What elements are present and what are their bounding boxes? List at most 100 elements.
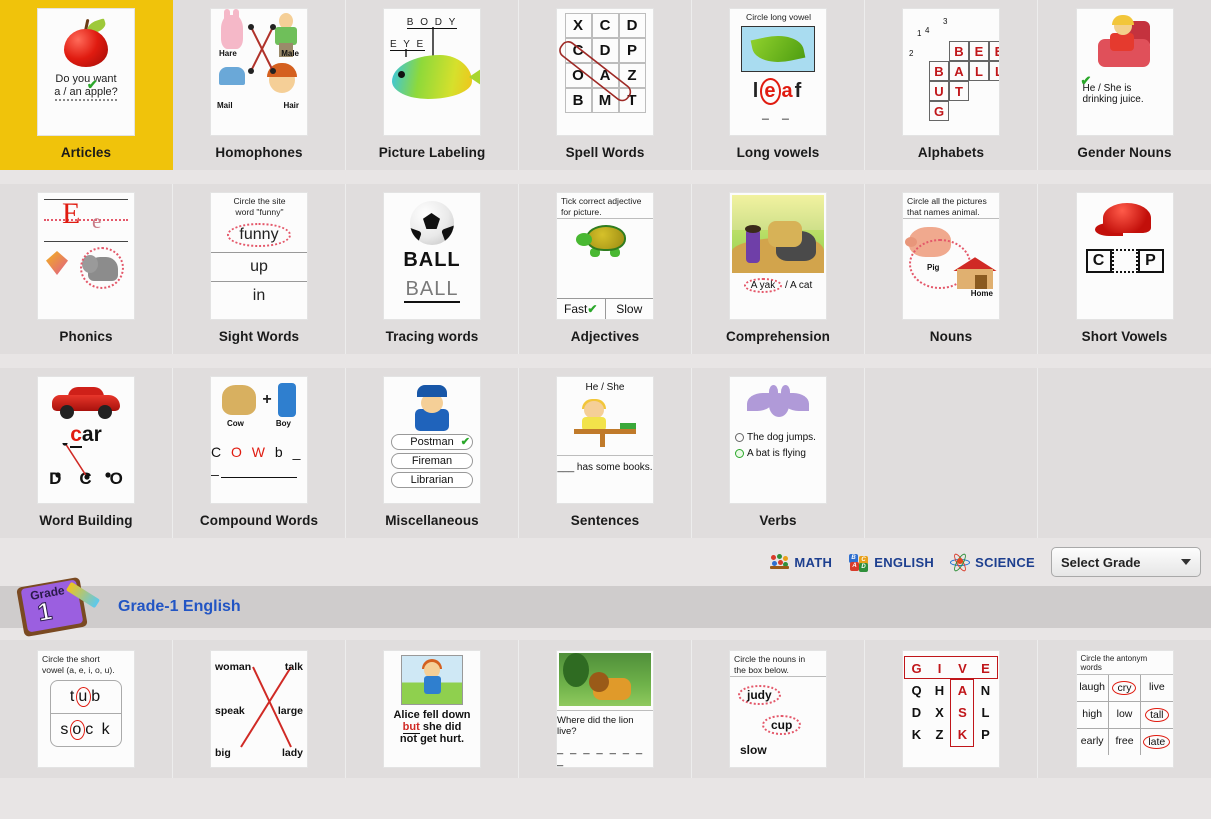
leaf-icon	[741, 26, 815, 73]
grade-select-dropdown[interactable]: Select Grade	[1051, 547, 1201, 577]
check-icon: ✔	[86, 77, 98, 92]
verbs-option-1[interactable]: The dog jumps.	[730, 432, 826, 443]
row-divider	[0, 628, 1211, 640]
worksheet-card-antonyms[interactable]: Circle the antonym words laugh cry live hig…	[1038, 640, 1211, 778]
antonyms-cell[interactable]: tall	[1140, 701, 1172, 728]
worksheet-card-long-vowels[interactable]: Circle long vowel l e af _ _ Long vowels	[692, 0, 865, 170]
worksheet-card-word-building[interactable]: car D C O Word Building	[0, 368, 173, 538]
card-caption: Word Building	[39, 513, 133, 528]
sentences-thumbnail: He / She ___ has some books.	[556, 376, 654, 504]
worksheet-card-sentences[interactable]: He / She ___ has some books. Sentences	[519, 368, 692, 538]
antonyms-cell[interactable]: free	[1107, 728, 1140, 755]
worksheet-card-circle-nouns[interactable]: Circle the nouns in the box below. judy …	[692, 640, 865, 778]
vw1c: b	[91, 688, 103, 706]
worksheet-card-word-search[interactable]: GIVEQHANDXSLKZKP	[865, 640, 1038, 778]
adjective-option-fast[interactable]: Fast✔	[557, 299, 606, 319]
worksheet-card-adjectives[interactable]: Tick correct adjective for picture. Fast…	[519, 184, 692, 354]
nav-item-math[interactable]: MATH	[770, 553, 832, 571]
vw1b: u	[76, 687, 92, 708]
worksheet-card-tracing-words[interactable]: BALL BALL Tracing words	[346, 184, 519, 354]
card-caption: Articles	[60, 145, 112, 160]
plus-sign: +	[262, 391, 272, 408]
spell-words-thumbnail: XCDCDPOAZBMT	[556, 8, 654, 136]
sight-word-3: in	[211, 281, 307, 310]
adjective-option-slow[interactable]: Slow	[606, 299, 654, 319]
noun-word-slow: slow	[740, 743, 767, 758]
worksheet-row-1: Do you want ✔ a / an apple? Articles Har…	[0, 0, 1211, 170]
antonyms-cell[interactable]: late	[1140, 728, 1172, 755]
car-icon	[52, 387, 120, 419]
subject-nav: MATH B C A D ENGLISH SCIENCE Select Grad…	[0, 538, 1211, 586]
word-search-thumbnail: GIVEQHANDXSLKZKP	[902, 650, 1000, 768]
letter-l: l	[752, 80, 761, 103]
worksheet-card-gender-nouns[interactable]: ✔ He / She is drinking juice. Gender Nou…	[1038, 0, 1211, 170]
vowel-word-box: tub soc k	[50, 680, 122, 748]
bat-icon	[747, 385, 809, 427]
worksheet-card-short-vowels[interactable]: C P Short Vowels	[1038, 184, 1211, 354]
noun-label-pig: Pig	[927, 263, 940, 273]
worksheet-card-miscellaneous[interactable]: Postman ✔ Fireman Librarian Miscellaneou…	[346, 368, 519, 538]
worksheet-card-homophones[interactable]: Hare Male Mail Hair Homophones	[173, 0, 346, 170]
crossword-letter: U	[929, 81, 949, 101]
misc-option-librarian[interactable]: Librarian	[391, 472, 473, 488]
antonyms-table: laugh cry live high low tall early free late	[1076, 674, 1173, 755]
cn-hint1: Circle the nouns in	[734, 654, 806, 664]
answer-dots	[55, 99, 117, 101]
elephant-icon	[80, 247, 124, 289]
antonyms-cell[interactable]: live	[1140, 674, 1172, 701]
worksheet-row-2: E e Phonics Circle the site word "funny"…	[0, 184, 1211, 354]
crossword-number-3: 3	[943, 17, 948, 26]
house-icon	[953, 257, 997, 290]
antonyms-cell[interactable]: high	[1077, 702, 1108, 728]
misc-option-postman[interactable]: Postman ✔	[391, 434, 473, 450]
letter-e-circled: e	[760, 78, 782, 106]
worksheet-card-match-words[interactable]: woman talk speak large big lady	[173, 640, 346, 778]
worksheet-card-alphabets[interactable]: 3 1 4 2 BEEBALLUTG Alphabets	[865, 0, 1038, 170]
verbs-option-1-label: The dog jumps.	[747, 432, 816, 443]
nav-item-english[interactable]: B C A D ENGLISH	[848, 553, 934, 572]
antonyms-cell[interactable]: early	[1077, 729, 1108, 755]
antonyms-cell[interactable]: low	[1107, 701, 1140, 728]
worksheet-card-verbs[interactable]: The dog jumps. A bat is flying Verbs	[692, 368, 865, 538]
sight-word-2: up	[211, 252, 307, 281]
articles-line2: ✔ a / an apple?	[54, 77, 118, 98]
letter-cell: C	[591, 13, 619, 38]
vowel-word-2: soc k	[51, 713, 121, 746]
card-caption: Comprehension	[725, 329, 831, 344]
misc-option-fireman[interactable]: Fireman	[391, 453, 473, 469]
letter-cell: B	[564, 88, 592, 113]
worksheet-row-4: Circle the short vowel (a, e, i, o, u). …	[0, 640, 1211, 778]
worksheet-card-picture-labeling[interactable]: B O D Y E Y E Picture Labeling	[346, 0, 519, 170]
antonyms-cell[interactable]: laugh	[1077, 675, 1108, 701]
word-building-thumbnail: car D C O	[37, 376, 135, 504]
antonyms-thumbnail: Circle the antonym words laugh cry live hig…	[1075, 650, 1174, 768]
worksheet-card-compound-words[interactable]: + Cow Boy C O W b _ _ Compound Words	[173, 368, 346, 538]
short-vowel-box-blank[interactable]	[1111, 249, 1138, 273]
crossword-letter: T	[949, 81, 969, 101]
noun-word-cup: cup	[762, 715, 802, 736]
alphabets-thumbnail: 3 1 4 2 BEEBALLUTG	[902, 8, 1000, 136]
verbs-option-2[interactable]: A bat is flying	[730, 448, 826, 459]
sight-words-thumbnail: Circle the site word "funny" funny up in	[210, 192, 308, 320]
worksheet-card-sight-words[interactable]: Circle the site word "funny" funny up in…	[173, 184, 346, 354]
card-caption: Tracing words	[385, 329, 479, 344]
worksheet-card-lion-question[interactable]: Where did the lion live? _ _ _ _ _ _ _ _	[519, 640, 692, 778]
long-vowels-hint: Circle long vowel	[746, 12, 811, 22]
turtle-icon	[576, 223, 634, 258]
card-caption: Phonics	[59, 329, 113, 344]
worksheet-card-alice-sentence[interactable]: Alice fell down but she did not get hurt…	[346, 640, 519, 778]
antonyms-cell[interactable]: cry	[1107, 674, 1140, 701]
worksheet-card-spell-words[interactable]: XCDCDPOAZBMT Spell Words	[519, 0, 692, 170]
phonics-thumbnail: E e	[37, 192, 135, 320]
noun-word-judy: judy	[738, 685, 781, 706]
radio-unselected-icon	[735, 433, 744, 442]
worksheet-card-phonics[interactable]: E e Phonics	[0, 184, 173, 354]
worksheet-card-comprehension[interactable]: A yak / A cat Comprehension	[692, 184, 865, 354]
worksheet-card-short-vowel-circle[interactable]: Circle the short vowel (a, e, i, o, u). …	[0, 640, 173, 778]
worksheet-card-articles[interactable]: Do you want ✔ a / an apple? Articles	[0, 0, 173, 170]
card-caption: Gender Nouns	[1077, 145, 1172, 160]
nav-item-science[interactable]: SCIENCE	[950, 552, 1035, 573]
letter-cell: P	[618, 38, 646, 63]
phonics-letter-small: e	[92, 209, 102, 233]
worksheet-card-nouns[interactable]: Circle all the pictures that names anima…	[865, 184, 1038, 354]
